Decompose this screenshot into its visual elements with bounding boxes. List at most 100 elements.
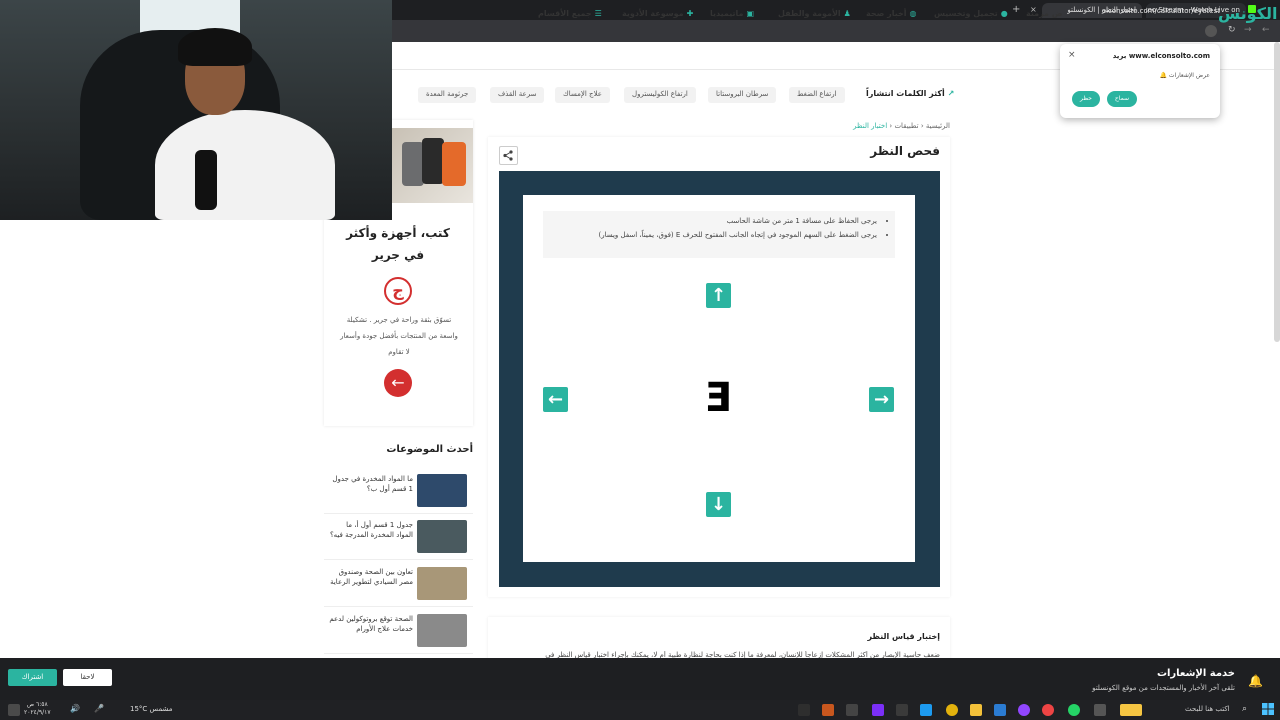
- drop-icon: ●: [1000, 9, 1008, 18]
- ad-title[interactable]: كتب، أجهزة وأكثر في جرير: [338, 222, 458, 266]
- breadcrumb: الرئيسية ‹ تطبيقات ‹ اختبار النظر: [853, 122, 950, 130]
- nav-multimedia[interactable]: ماتيميديا ▣: [710, 9, 754, 18]
- taskbar-clock[interactable]: ٦:٥٨ ص ٢٠٢٤/٩/١٧: [24, 701, 51, 717]
- nav-chronic[interactable]: ض مزمنة: [1026, 9, 1063, 18]
- close-icon[interactable]: ×: [1068, 50, 1076, 60]
- store-icon[interactable]: [994, 704, 1006, 716]
- tag-item[interactable]: جرثومة المعدة: [418, 87, 477, 103]
- nav-health-news[interactable]: أخبار صحة ◍: [866, 9, 917, 18]
- whatsapp-icon[interactable]: [1068, 704, 1080, 716]
- site-info-icon[interactable]: [1205, 25, 1217, 37]
- search-icon[interactable]: ⌕: [1242, 704, 1247, 714]
- person-body: [155, 110, 335, 220]
- app-icon[interactable]: [798, 704, 810, 716]
- volume-icon[interactable]: 🔊: [70, 704, 80, 713]
- scrollbar[interactable]: [1274, 42, 1280, 342]
- reload-icon[interactable]: ↻: [1228, 25, 1236, 35]
- trend-icon: ↗: [947, 89, 955, 98]
- latest-thumbnail: [417, 474, 467, 507]
- copilot-icon[interactable]: [1120, 704, 1142, 716]
- latest-item-text: تعاون بين الصحة وصندوق مصر السيادي لتطوي…: [330, 568, 413, 586]
- nav-drugs[interactable]: موسوعة الأدوية ✚: [622, 9, 693, 18]
- phone-shape: [402, 142, 424, 186]
- app-icon[interactable]: [822, 704, 834, 716]
- bell-icon: 🔔: [1159, 72, 1167, 79]
- service-subtitle: تلقى آخر الأخبار والمستجدات من موقع الكو…: [1092, 684, 1235, 692]
- ad-product-image[interactable]: [392, 128, 473, 203]
- breadcrumb-current: اختبار النظر: [853, 122, 888, 130]
- desktop-icon[interactable]: [8, 704, 20, 716]
- latest-item-text: ما المواد المخدرة في جدول 1 قسم أول ب؟: [332, 475, 413, 493]
- latest-topics-title: أحدث الموضوعات: [386, 444, 473, 455]
- jarir-logo: ج: [384, 277, 412, 305]
- forward-icon[interactable]: →: [1244, 25, 1252, 35]
- nav-beauty[interactable]: تجميل وتخسيس ●: [934, 9, 1008, 18]
- address-field[interactable]: elconsolto.com/calculator/eyetest: [1040, 4, 1220, 18]
- section-title: إختبار قياس النظر: [867, 632, 940, 641]
- weather-widget[interactable]: 15°C مشمس: [130, 705, 173, 713]
- latest-thumbnail: [417, 567, 467, 600]
- webcam-overlay: [0, 0, 392, 220]
- app-icon[interactable]: [1042, 704, 1054, 716]
- latest-item[interactable]: جدول 1 قسم أول أ، ما المواد المخدرة المد…: [324, 516, 473, 560]
- chrome-icon[interactable]: [946, 704, 958, 716]
- globe-icon: ◍: [909, 9, 917, 18]
- app-icon[interactable]: [846, 704, 858, 716]
- nav-all-sections[interactable]: جميع الأقسام ☰: [538, 9, 602, 18]
- popup-subtitle: عرض الإشعارات 🔔: [1159, 72, 1210, 79]
- latest-item-text: جدول 1 قسم أول أ، ما المواد المخدرة المد…: [329, 521, 413, 539]
- windows-start-icon[interactable]: [1262, 703, 1274, 715]
- phone-shape: [422, 138, 444, 184]
- breadcrumb-home[interactable]: الرئيسية: [926, 122, 950, 130]
- arrow-left-button[interactable]: ←: [543, 387, 568, 412]
- latest-thumbnail: [417, 520, 467, 553]
- arrow-right-button[interactable]: →: [869, 387, 894, 412]
- latest-item[interactable]: تعاون بين الصحة وصندوق مصر السيادي لتطوي…: [324, 563, 473, 607]
- taskbar: [0, 700, 1280, 720]
- new-tab-icon[interactable]: +: [1012, 4, 1020, 15]
- tag-item[interactable]: ارتفاع الكوليسترول: [624, 87, 696, 103]
- instruction-item: يرجى الضغط على السهم الموجود في إتجاه ال…: [561, 231, 878, 239]
- tag-item[interactable]: سرعة القذف: [490, 87, 545, 103]
- block-button[interactable]: حظر: [1072, 91, 1100, 107]
- arrow-up-button[interactable]: ↑: [706, 283, 731, 308]
- person-hair: [178, 28, 252, 66]
- app-icon[interactable]: [1018, 704, 1030, 716]
- later-button[interactable]: لاحقا: [63, 669, 112, 686]
- ad-cta-button[interactable]: ←: [384, 369, 412, 397]
- tag-item[interactable]: علاج الإمساك: [555, 87, 610, 103]
- mic-icon[interactable]: 🎤: [94, 704, 104, 713]
- popup-title: www.elconsolto.com بريد: [1112, 52, 1210, 60]
- task-view-icon[interactable]: [1094, 704, 1106, 716]
- latest-item[interactable]: الصحة توقع بروتوكولين لدعم خدمات علاج ال…: [324, 610, 473, 654]
- arrow-down-button[interactable]: ↓: [706, 492, 731, 517]
- share-button[interactable]: [499, 146, 518, 165]
- allow-button[interactable]: سماح: [1107, 91, 1137, 107]
- folder-icon[interactable]: [970, 704, 982, 716]
- family-icon: ♟: [843, 9, 851, 18]
- latest-thumbnail: [417, 614, 467, 647]
- pill-icon: ✚: [686, 9, 694, 18]
- taskbar-search[interactable]: اكتب هنا للبحث: [1185, 705, 1230, 713]
- instruction-item: يرجى الحفاظ على مسافة 1 متر من شاشة الحا…: [561, 217, 877, 225]
- subscribe-button[interactable]: اشتراك: [8, 669, 57, 686]
- breadcrumb-apps[interactable]: تطبيقات: [894, 122, 918, 130]
- microphone-shape: [195, 150, 217, 210]
- service-title: خدمة الإشعارات: [1156, 668, 1235, 679]
- menu-icon: ☰: [594, 9, 602, 18]
- tag-item[interactable]: ارتفاع الضغط: [789, 87, 845, 103]
- latest-item-text: الصحة توقع بروتوكولين لدعم خدمات علاج ال…: [329, 615, 413, 633]
- latest-item[interactable]: ما المواد المخدرة في جدول 1 قسم أول ب؟: [324, 470, 473, 514]
- back-icon[interactable]: ←: [1262, 25, 1270, 35]
- app-icon[interactable]: [896, 704, 908, 716]
- tag-item[interactable]: سرطان البروستاتا: [708, 87, 777, 103]
- phone-shape: [442, 142, 466, 186]
- notification-service-bar: [0, 658, 1280, 700]
- trending-label: أكثر الكلمات انتشاراً ↗: [866, 89, 955, 98]
- app-icon[interactable]: [920, 704, 932, 716]
- site-logo[interactable]: الكونس: [1218, 4, 1277, 23]
- nav-mother-child[interactable]: الأمومة والطفل ♟: [778, 9, 851, 18]
- tumbling-e-letter: E: [705, 375, 733, 421]
- app-icon[interactable]: [872, 704, 884, 716]
- bell-icon: 🔔: [1248, 674, 1263, 688]
